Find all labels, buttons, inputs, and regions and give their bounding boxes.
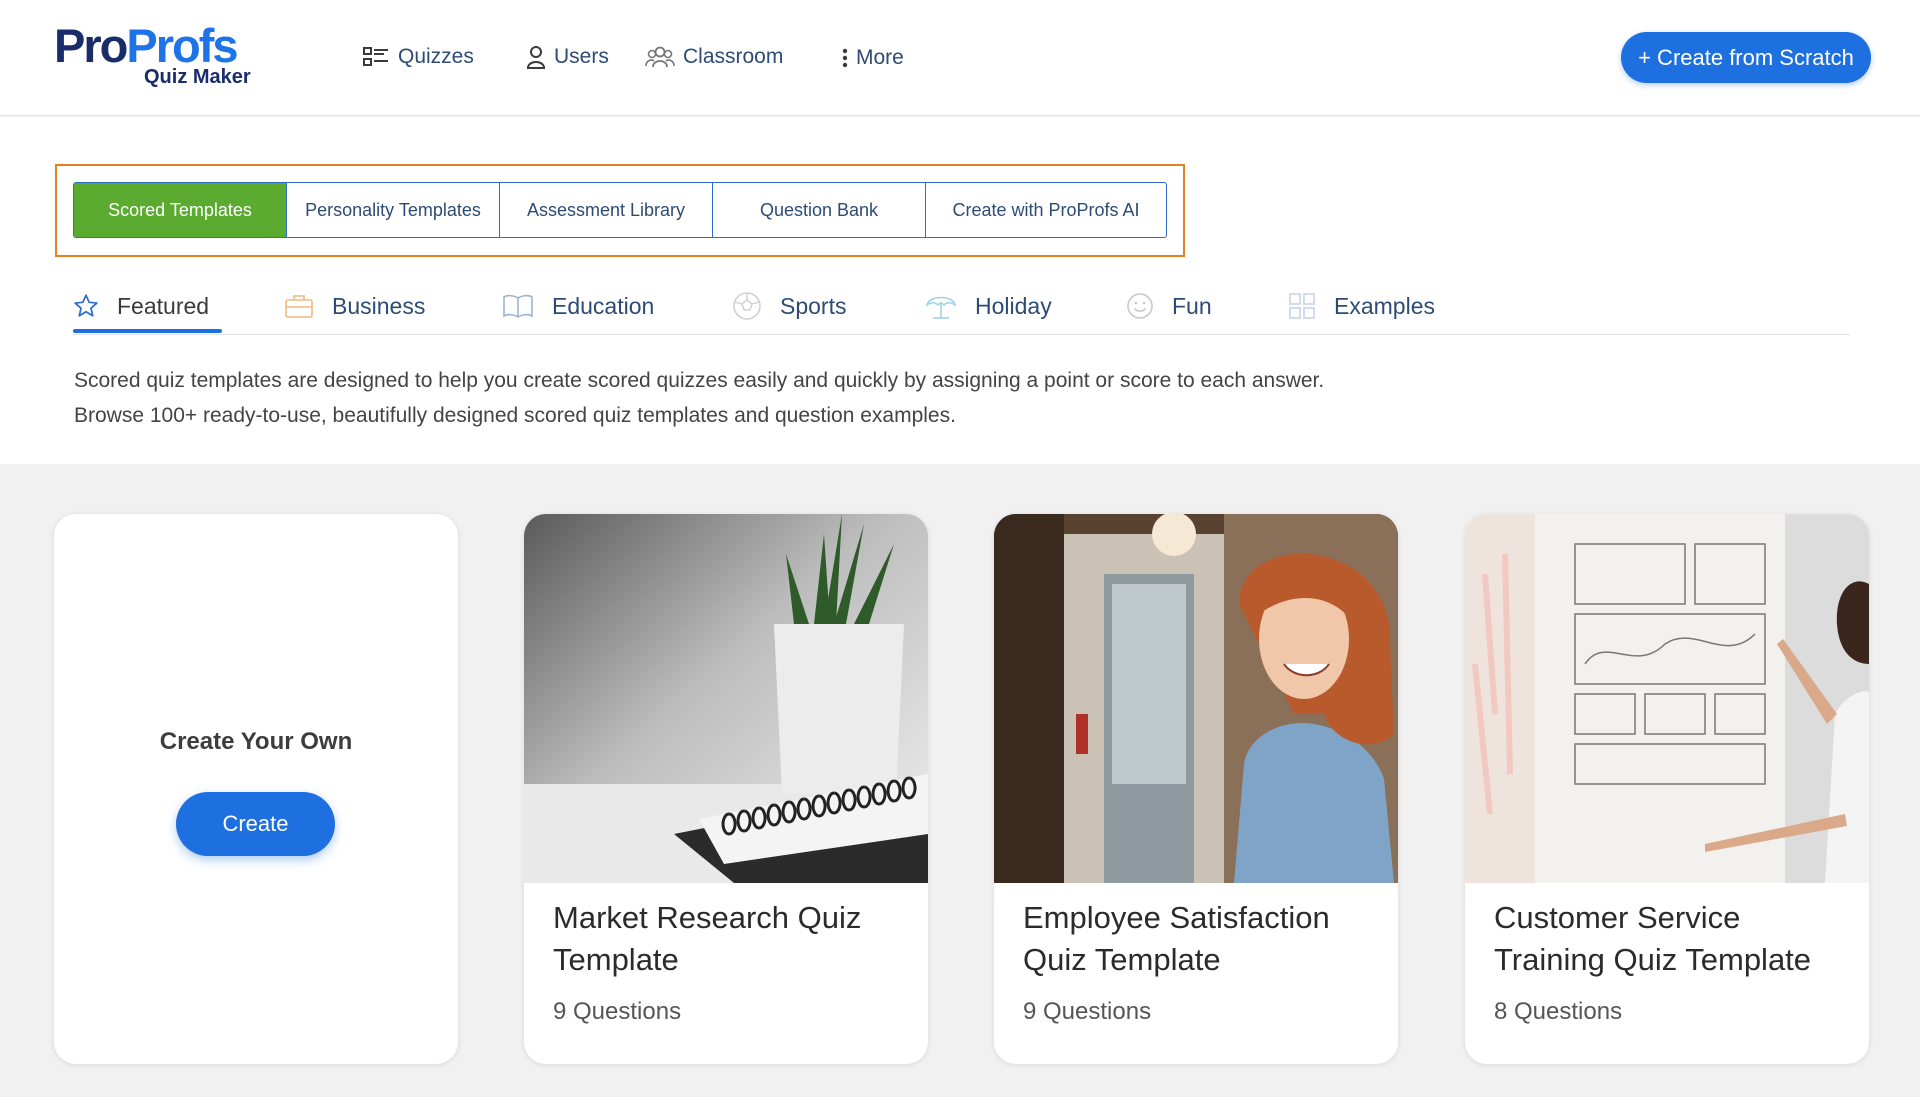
card-title: Market Research Quiz Template [553,900,862,977]
template-description: Scored quiz templates are designed to he… [74,363,1574,433]
category-sports[interactable]: Sports [732,288,846,324]
proprofs-logo[interactable]: ProProfs Quiz Maker [54,22,264,90]
card-title: Employee Satisfaction Quiz Template [1023,900,1330,977]
logo-pro: Pro [54,19,128,72]
nav-quizzes-label: Quizzes [398,45,474,68]
briefcase-icon [285,295,313,318]
ball-icon [733,292,761,320]
book-icon [503,294,533,318]
star-icon [74,294,98,317]
create-your-own-title: Create Your Own [159,728,353,755]
classroom-icon [645,46,675,68]
template-card-market-research[interactable]: Market Research Quiz Template 9 Question… [524,514,928,1064]
nav-users-label: Users [554,45,609,68]
tab-assessment-library[interactable]: Assessment Library [500,183,713,237]
category-business-label: Business [332,292,426,319]
tab-scored-templates[interactable]: Scored Templates [74,183,287,237]
nav-classroom[interactable]: Classroom [645,40,783,74]
active-category-underline [73,329,222,333]
card-question-count: 9 Questions [1023,998,1152,1025]
create-from-scratch-button[interactable]: + Create from Scratch [1621,32,1871,83]
umbrella-icon [925,296,957,319]
card-question-count: 8 Questions [1494,998,1623,1025]
nav-more-label: More [856,46,904,69]
grid-icon [1289,293,1315,319]
category-examples[interactable]: Examples [1288,288,1435,324]
category-examples-label: Examples [1334,292,1435,319]
more-vertical-icon [842,48,848,68]
description-line-1: Scored quiz templates are designed to he… [74,369,1325,392]
category-fun[interactable]: Fun [1126,288,1212,324]
category-education[interactable]: Education [502,288,654,324]
create-button[interactable]: Create [176,792,335,856]
category-tabs: Featured Business Education Sports Holid… [73,282,1850,335]
category-fun-label: Fun [1172,292,1212,319]
market-research-image [524,514,928,883]
user-icon [526,46,546,69]
logo-profs: Profs [126,19,238,72]
tab-question-bank[interactable]: Question Bank [713,183,926,237]
tab-personality-templates[interactable]: Personality Templates [287,183,500,237]
smiley-icon [1127,293,1153,319]
nav-more[interactable]: More [842,41,904,75]
nav-classroom-label: Classroom [683,45,784,68]
category-education-label: Education [552,292,655,319]
employee-satisfaction-image [994,514,1398,883]
template-type-tabs: Scored Templates Personality Templates A… [73,182,1167,238]
quizzes-icon [363,47,388,66]
top-header: ProProfs Quiz Maker Quizzes Users Classr… [0,0,1920,116]
category-holiday[interactable]: Holiday [925,288,1052,324]
nav-quizzes[interactable]: Quizzes [362,40,474,74]
card-question-count: 9 Questions [553,998,682,1025]
category-business[interactable]: Business [284,288,425,324]
card-title: Customer Service Training Quiz Template [1494,900,1812,977]
category-featured[interactable]: Featured [73,288,209,324]
category-sports-label: Sports [780,292,847,319]
template-card-customer-service[interactable]: Customer Service Training Quiz Template … [1465,514,1869,1064]
template-card-employee-satisfaction[interactable]: Employee Satisfaction Quiz Template 9 Qu… [994,514,1398,1064]
nav-users[interactable]: Users [526,40,609,74]
category-featured-label: Featured [117,292,210,319]
create-your-own-card: Create Your Own Create [54,514,458,1064]
logo-subtitle: Quiz Maker [144,66,251,88]
category-holiday-label: Holiday [975,292,1052,319]
description-line-2: Browse 100+ ready-to-use, beautifully de… [74,404,956,427]
customer-service-image [1465,514,1869,883]
logo-wordmark: ProProfs [54,22,264,69]
tab-create-with-ai[interactable]: Create with ProProfs AI [926,183,1166,237]
